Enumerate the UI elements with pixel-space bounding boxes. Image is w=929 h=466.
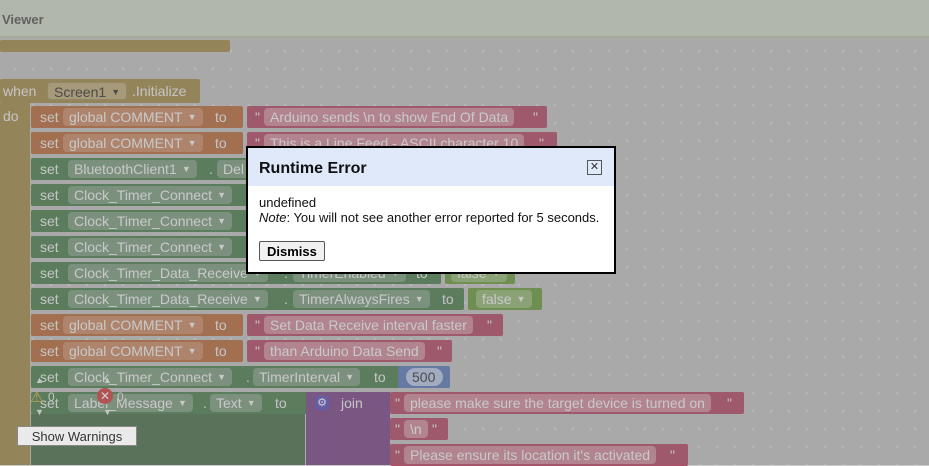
error-message: undefined	[259, 195, 317, 210]
note-text: : You will not see another error reporte…	[286, 210, 600, 225]
dialog-body: undefined Note: You will not see another…	[259, 195, 599, 225]
note-label: Note	[259, 210, 287, 225]
runtime-error-dialog: Runtime Error ✕ undefined Note: You will…	[246, 146, 616, 274]
dialog-header: Runtime Error ✕	[248, 148, 614, 186]
dismiss-button[interactable]: Dismiss	[259, 241, 325, 261]
close-icon[interactable]: ✕	[587, 160, 602, 175]
show-warnings-button[interactable]: Show Warnings	[17, 426, 137, 446]
dialog-title: Runtime Error	[259, 160, 367, 177]
error-note: Note: You will not see another error rep…	[259, 210, 599, 225]
